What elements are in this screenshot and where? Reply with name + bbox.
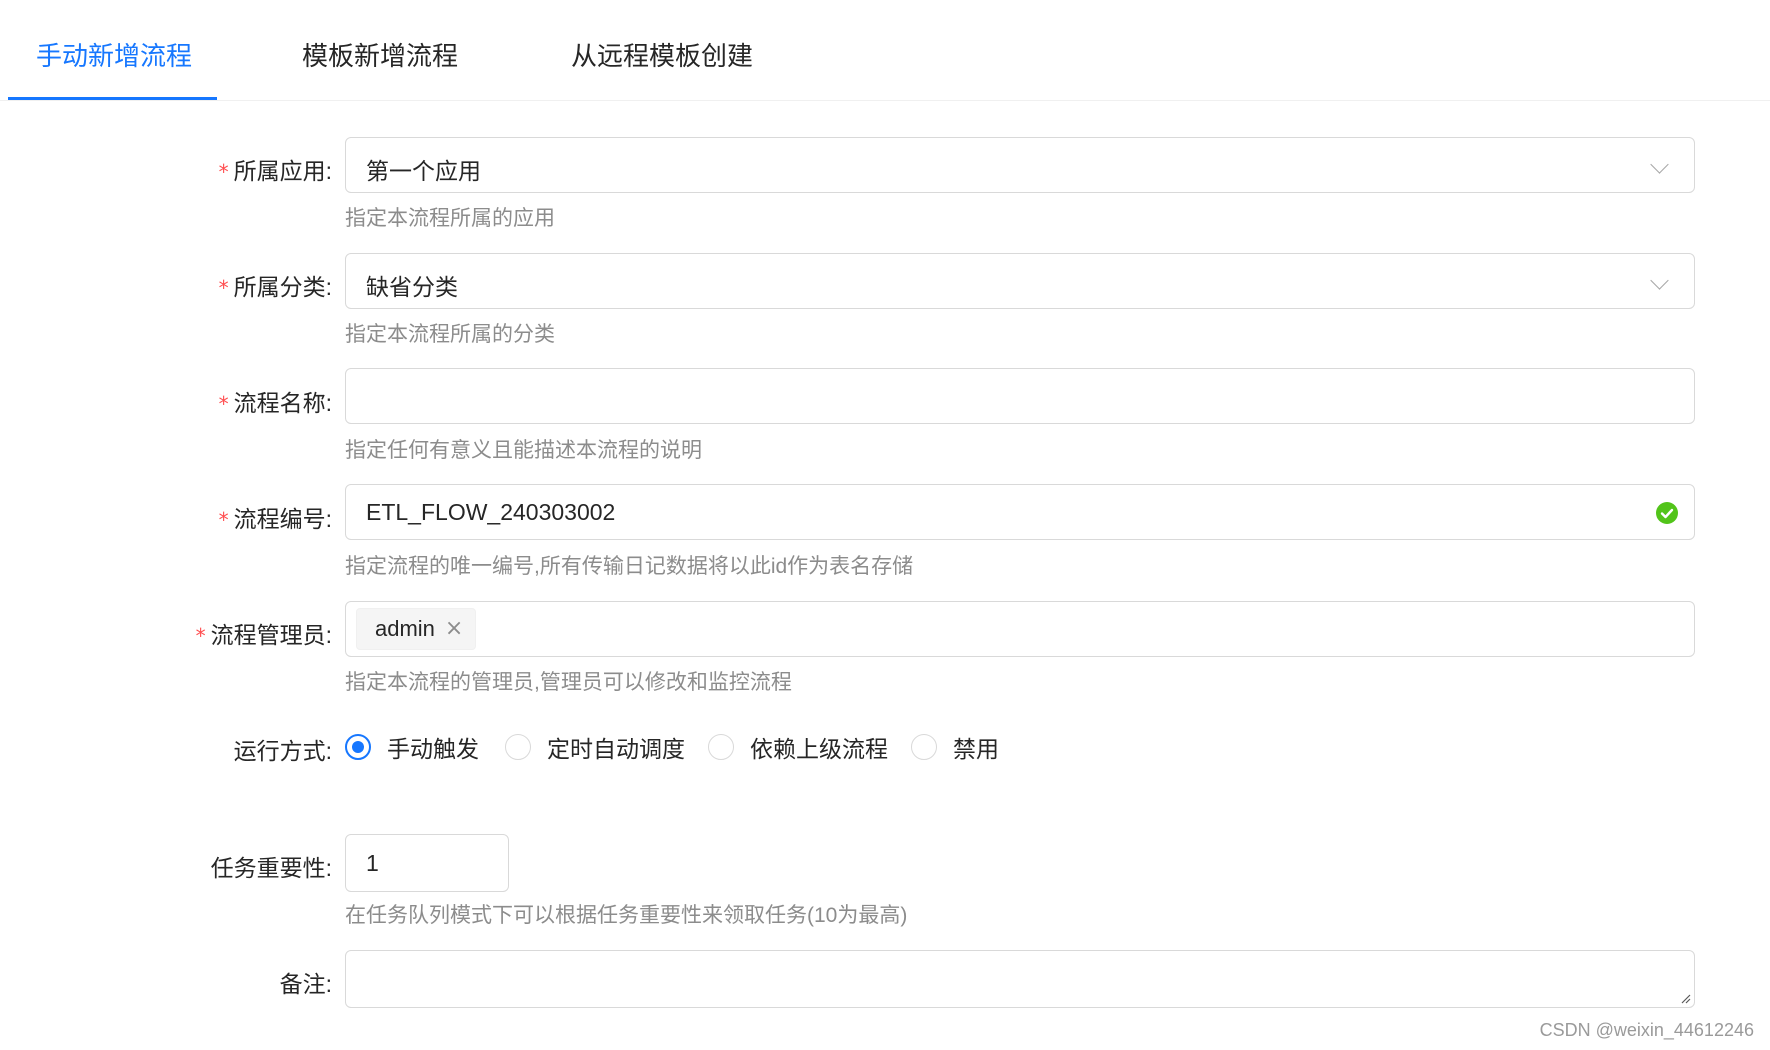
category-hint: 指定本流程所属的分类 [345, 323, 555, 346]
active-tab-indicator [8, 97, 217, 100]
flow-code-hint: 指定流程的唯一编号,所有传输日记数据将以此id作为表名存储 [345, 555, 914, 578]
app-select-value: 第一个应用 [366, 158, 481, 184]
app-select[interactable]: 第一个应用 [345, 137, 1695, 193]
managers-hint: 指定本流程的管理员,管理员可以修改和监控流程 [345, 671, 792, 694]
importance-input[interactable]: 1 [345, 834, 509, 892]
tab-bar: 手动新增流程 模板新增流程 从远程模板创建 [0, 0, 1770, 101]
app-label: * 所属应用: [218, 158, 332, 184]
radio-label: 禁用 [953, 736, 999, 762]
manager-tag: admin × [356, 608, 477, 650]
close-icon[interactable]: × [445, 618, 463, 640]
chevron-down-icon [1650, 155, 1669, 174]
category-label: * 所属分类: [218, 274, 332, 300]
importance-hint: 在任务队列模式下可以根据任务重要性来领取任务(10为最高) [345, 904, 908, 927]
radio-unchecked-icon [708, 734, 734, 760]
check-circle-icon [1656, 502, 1678, 524]
importance-label: 任务重要性: [210, 855, 332, 881]
chevron-down-icon [1650, 271, 1669, 290]
tab-manual-create[interactable]: 手动新增流程 [36, 36, 192, 73]
required-mark: * [218, 392, 229, 416]
radio-manual-trigger[interactable]: 手动触发 [345, 730, 479, 764]
watermark: CSDN @weixin_44612246 [1539, 1020, 1754, 1040]
required-mark: * [218, 276, 229, 300]
tab-template-create[interactable]: 模板新增流程 [302, 36, 458, 73]
radio-disabled[interactable]: 禁用 [911, 730, 999, 764]
radio-checked-icon [345, 734, 371, 760]
managers-label: * 流程管理员: [195, 622, 332, 648]
flow-name-label: * 流程名称: [218, 390, 332, 416]
manager-tag-label: admin [375, 616, 435, 641]
flow-code-value: ETL_FLOW_240303002 [366, 499, 616, 525]
flow-name-hint: 指定任何有意义且能描述本流程的说明 [345, 439, 702, 462]
tab-remote-template-create[interactable]: 从远程模板创建 [571, 36, 753, 73]
radio-label: 依赖上级流程 [750, 736, 888, 762]
required-mark: * [218, 160, 229, 184]
resize-handle-icon[interactable] [1679, 992, 1691, 1004]
required-mark: * [218, 508, 229, 532]
radio-label: 手动触发 [387, 736, 479, 762]
category-select[interactable]: 缺省分类 [345, 253, 1695, 309]
importance-value: 1 [366, 850, 379, 876]
radio-unchecked-icon [911, 734, 937, 760]
flow-code-label: * 流程编号: [218, 506, 332, 532]
remark-label: 备注: [279, 971, 332, 997]
app-hint: 指定本流程所属的应用 [345, 207, 555, 230]
run-mode-label: 运行方式: [233, 738, 332, 764]
radio-scheduled[interactable]: 定时自动调度 [505, 730, 685, 764]
required-mark: * [195, 624, 206, 648]
category-select-value: 缺省分类 [366, 274, 458, 300]
remark-textarea[interactable] [345, 950, 1695, 1008]
radio-depend-upstream[interactable]: 依赖上级流程 [708, 730, 888, 764]
flow-code-input[interactable]: ETL_FLOW_240303002 [345, 484, 1695, 540]
flow-name-input[interactable] [345, 368, 1695, 424]
radio-unchecked-icon [505, 734, 531, 760]
radio-label: 定时自动调度 [547, 736, 685, 762]
managers-select[interactable]: admin × [345, 601, 1695, 657]
